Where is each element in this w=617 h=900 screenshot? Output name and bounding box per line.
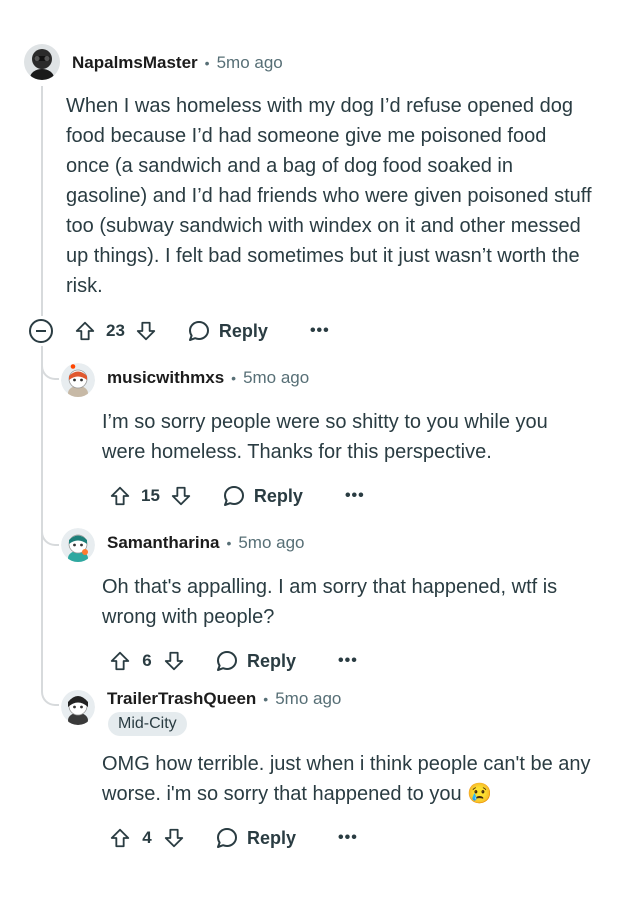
reply-button[interactable]: Reply (215, 826, 296, 850)
speech-bubble-icon (188, 321, 209, 341)
timestamp[interactable]: 5mo ago (238, 533, 304, 553)
more-options-button[interactable]: ••• (338, 829, 358, 847)
more-options-button[interactable]: ••• (345, 487, 365, 505)
comment-text: OMG how terrible. just when i think peop… (102, 753, 591, 805)
avatar-snoo-icon (61, 528, 95, 562)
username[interactable]: TrailerTrashQueen (107, 689, 256, 709)
arrow-down-icon (164, 828, 184, 848)
separator-dot: • (231, 370, 237, 386)
downvote-button[interactable] (131, 316, 161, 346)
reply-label: Reply (253, 485, 303, 506)
vote-score: 23 (106, 321, 125, 340)
vote-score: 4 (142, 828, 152, 847)
speech-bubble-icon (223, 486, 244, 506)
avatar[interactable] (61, 363, 95, 397)
separator-dot: • (263, 691, 269, 707)
thread-line (41, 346, 43, 682)
arrow-down-icon (164, 651, 184, 671)
arrow-down-icon (171, 486, 191, 506)
thread-branch (41, 356, 59, 380)
comment-text: When I was homeless with my dog I’d refu… (66, 95, 592, 297)
action-bar: 4 Reply ••• (105, 823, 358, 853)
minus-circle-icon (36, 330, 46, 332)
upvote-button[interactable] (105, 646, 135, 676)
username[interactable]: NapalmsMaster (72, 53, 198, 73)
avatar-snoo-icon (61, 363, 95, 397)
upvote-button[interactable] (105, 481, 135, 511)
more-options-button[interactable]: ••• (338, 652, 358, 670)
comment-text: Oh that's appalling. I am sorry that hap… (102, 576, 558, 628)
user-flair: Mid-City (108, 712, 187, 736)
username[interactable]: musicwithmxs (107, 368, 224, 388)
vote-score: 15 (141, 486, 160, 505)
collapse-button[interactable] (29, 319, 53, 343)
downvote-button[interactable] (159, 823, 189, 853)
arrow-up-icon (110, 651, 130, 671)
comment-text: I’m so sorry people were so shitty to yo… (102, 411, 548, 463)
reply-label: Reply (247, 827, 297, 848)
reply-label: Reply (218, 320, 268, 341)
thread-branch (41, 522, 59, 546)
avatar-snoo-sunglasses-icon (24, 44, 60, 80)
timestamp[interactable]: 5mo ago (243, 368, 309, 388)
more-options-button[interactable]: ••• (310, 322, 330, 340)
downvote-button[interactable] (159, 646, 189, 676)
timestamp[interactable]: 5mo ago (217, 53, 283, 73)
thread-line (41, 86, 43, 316)
arrow-up-icon (110, 828, 130, 848)
reply-button[interactable]: Reply (222, 484, 303, 508)
downvote-button[interactable] (166, 481, 196, 511)
avatar[interactable] (24, 44, 60, 80)
speech-bubble-icon (217, 651, 237, 671)
reply-button[interactable]: Reply (215, 649, 296, 673)
thread-branch (41, 682, 59, 706)
upvote-button[interactable] (105, 823, 135, 853)
action-bar: 15 Reply ••• (105, 481, 365, 511)
speech-bubble-icon (217, 828, 237, 848)
reply-label: Reply (247, 650, 297, 671)
reply-button[interactable]: Reply (187, 319, 268, 343)
separator-dot: • (226, 535, 232, 551)
username[interactable]: Samantharina (107, 533, 219, 553)
avatar-snoo-icon (61, 690, 95, 725)
arrow-up-icon (110, 486, 130, 506)
arrow-down-icon (136, 321, 156, 341)
upvote-button[interactable] (70, 316, 100, 346)
action-bar: 23 Reply ••• (70, 316, 330, 346)
arrow-up-icon (75, 321, 95, 341)
separator-dot: • (204, 55, 210, 71)
avatar[interactable] (61, 528, 95, 562)
action-bar: 6 Reply ••• (105, 646, 358, 676)
timestamp[interactable]: 5mo ago (275, 689, 341, 709)
vote-score: 6 (142, 651, 152, 670)
avatar[interactable] (61, 689, 95, 725)
